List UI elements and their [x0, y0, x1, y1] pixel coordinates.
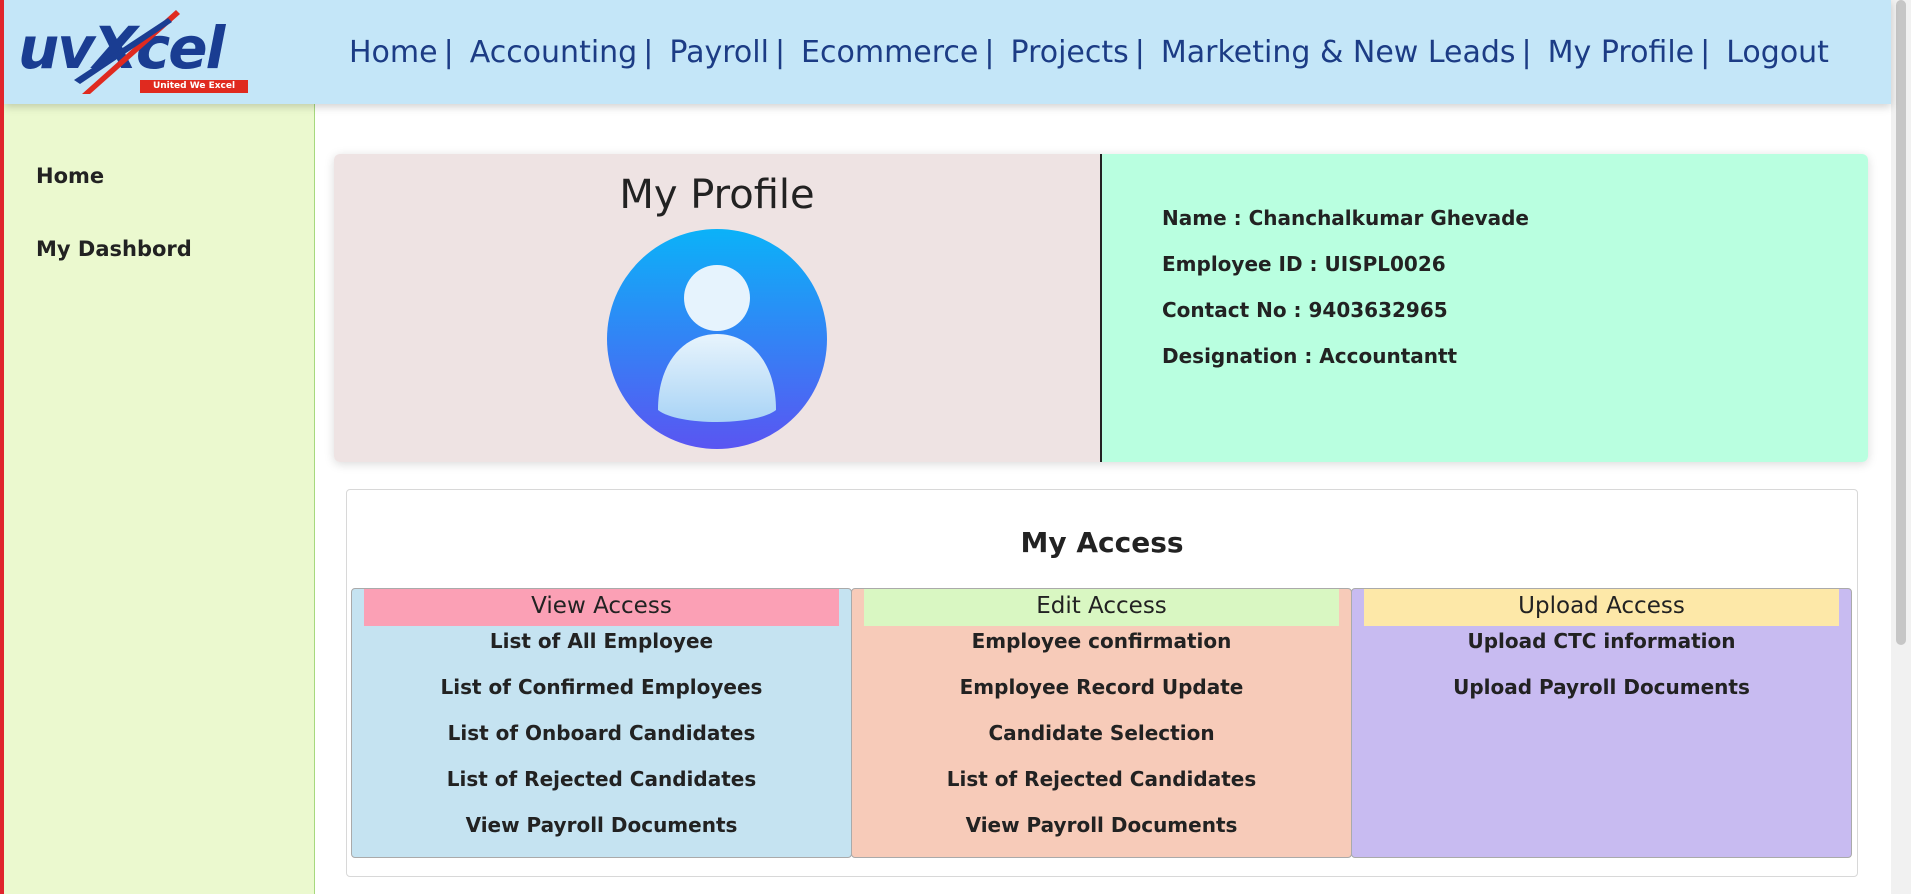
nav-separator: |	[984, 34, 995, 70]
sidebar-item-my-dashboard[interactable]: My Dashbord	[36, 237, 192, 261]
nav-ecommerce[interactable]: Ecommerce	[801, 35, 978, 70]
window-edge	[0, 0, 4, 894]
page-title: My Profile	[619, 172, 815, 218]
main-nav: Home | Accounting | Payroll | Ecommerce …	[349, 30, 1829, 74]
edit-access-heading: Edit Access	[864, 589, 1339, 626]
page-scrollbar[interactable]	[1891, 0, 1911, 894]
view-access-item[interactable]: List of Onboard Candidates	[352, 721, 851, 745]
view-access-column: View Access List of All Employee List of…	[351, 588, 852, 858]
main-content: My Profile Name : Chanchalkumar Ghevade …	[316, 104, 1876, 894]
top-navbar: uvXcel United We Excel Home | Accounting…	[4, 0, 1891, 104]
upload-access-item[interactable]: Upload Payroll Documents	[1352, 675, 1851, 699]
nav-accounting[interactable]: Accounting	[470, 35, 638, 70]
logo-tagline: United We Excel	[140, 80, 248, 93]
nav-logout[interactable]: Logout	[1726, 35, 1829, 70]
nav-separator: |	[643, 34, 654, 70]
nav-my-profile[interactable]: My Profile	[1548, 35, 1694, 70]
profile-info-panel: Name : Chanchalkumar Ghevade Employee ID…	[1102, 154, 1868, 462]
upload-access-item[interactable]: Upload CTC information	[1352, 629, 1851, 653]
sidebar-item-home[interactable]: Home	[36, 164, 104, 188]
access-title: My Access	[1020, 526, 1184, 559]
edit-access-item[interactable]: Employee confirmation	[852, 629, 1351, 653]
upload-access-heading: Upload Access	[1364, 589, 1839, 626]
edit-access-item[interactable]: Employee Record Update	[852, 675, 1351, 699]
nav-separator: |	[443, 34, 454, 70]
view-access-item[interactable]: List of Confirmed Employees	[352, 675, 851, 699]
scrollbar-thumb[interactable]	[1896, 0, 1906, 645]
employee-id: Employee ID : UISPL0026	[1162, 252, 1446, 276]
edit-access-item[interactable]: View Payroll Documents	[852, 813, 1351, 837]
nav-separator: |	[1134, 34, 1145, 70]
nav-separator: |	[1521, 34, 1532, 70]
nav-payroll[interactable]: Payroll	[669, 35, 769, 70]
nav-projects[interactable]: Projects	[1011, 35, 1129, 70]
nav-separator: |	[774, 34, 786, 70]
access-card: My Access View Access List of All Employ…	[346, 489, 1858, 877]
profile-photo-panel: My Profile	[334, 154, 1102, 462]
view-access-item[interactable]: List of Rejected Candidates	[352, 767, 851, 791]
sidebar: Home My Dashbord	[4, 104, 315, 894]
employee-contact: Contact No : 9403632965	[1162, 298, 1448, 322]
uvxcel-logo[interactable]: uvXcel United We Excel	[14, 10, 254, 94]
view-access-item[interactable]: List of All Employee	[352, 629, 851, 653]
employee-designation: Designation : Accountantt	[1162, 344, 1458, 368]
upload-access-column: Upload Access Upload CTC information Upl…	[1351, 588, 1852, 858]
edit-access-item[interactable]: Candidate Selection	[852, 721, 1351, 745]
nav-marketing-new-leads[interactable]: Marketing & New Leads	[1161, 35, 1516, 70]
avatar-icon	[607, 229, 827, 449]
edit-access-column: Edit Access Employee confirmation Employ…	[851, 588, 1352, 858]
nav-separator: |	[1700, 34, 1711, 70]
employee-name: Name : Chanchalkumar Ghevade	[1162, 206, 1529, 230]
view-access-heading: View Access	[364, 589, 839, 626]
view-access-item[interactable]: View Payroll Documents	[352, 813, 851, 837]
edit-access-item[interactable]: List of Rejected Candidates	[852, 767, 1351, 791]
profile-card: My Profile Name : Chanchalkumar Ghevade …	[334, 154, 1868, 462]
nav-home[interactable]: Home	[349, 35, 438, 70]
